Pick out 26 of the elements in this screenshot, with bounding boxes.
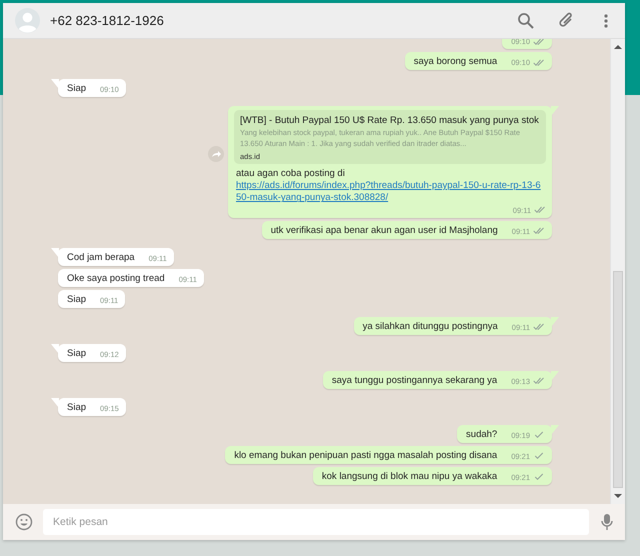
contact-name: +62 823-1812-1926 (50, 13, 165, 28)
message-text: Siap (67, 348, 86, 359)
paperclip-icon[interactable] (557, 12, 575, 30)
message-text: Cod jam berapa (67, 252, 135, 263)
message-text: atau agan coba posting di (236, 168, 346, 180)
message-text: Siap (67, 83, 86, 94)
scroll-down-icon[interactable] (614, 492, 622, 500)
preview-title: [WTB] - Butuh Paypal 150 U$ Rate Rp. 13.650 masuk yang punya stok (240, 115, 540, 126)
message-text: sudah? (466, 428, 498, 440)
scrollbar-thumb[interactable] (613, 271, 623, 488)
message-link[interactable]: https://ads.id/forums/index.php?threads/butuh-paypal-150-u-rate-rp-13-650-masuk-yang-punya-stok.308828/ (236, 180, 544, 205)
microphone-icon[interactable] (599, 513, 615, 531)
smiley-icon[interactable] (15, 513, 33, 531)
message-text: utk verifikasi apa benar akun agan user id Masjholang (270, 224, 498, 236)
scrollbar[interactable] (610, 39, 625, 504)
message-text: saya tunggu postingannya sekarang ya (332, 374, 498, 386)
message-text: Oke saya posting tread (67, 272, 165, 284)
message-text: kok langsung di blok mau nipu ya wakaka (322, 470, 498, 482)
message-text: ya silahkan ditunggu postingnya (362, 320, 498, 332)
message-text: Siap (67, 294, 86, 305)
message-text: saya borong semua (414, 56, 498, 67)
search-icon[interactable] (517, 12, 535, 30)
message-input[interactable]: Ketik pesan (43, 509, 589, 535)
message-text: Siap (67, 402, 86, 413)
scroll-up-icon[interactable] (614, 43, 622, 51)
message-text: klo emang bukan penipuan pasti ngga masalah posting disana (234, 450, 498, 461)
